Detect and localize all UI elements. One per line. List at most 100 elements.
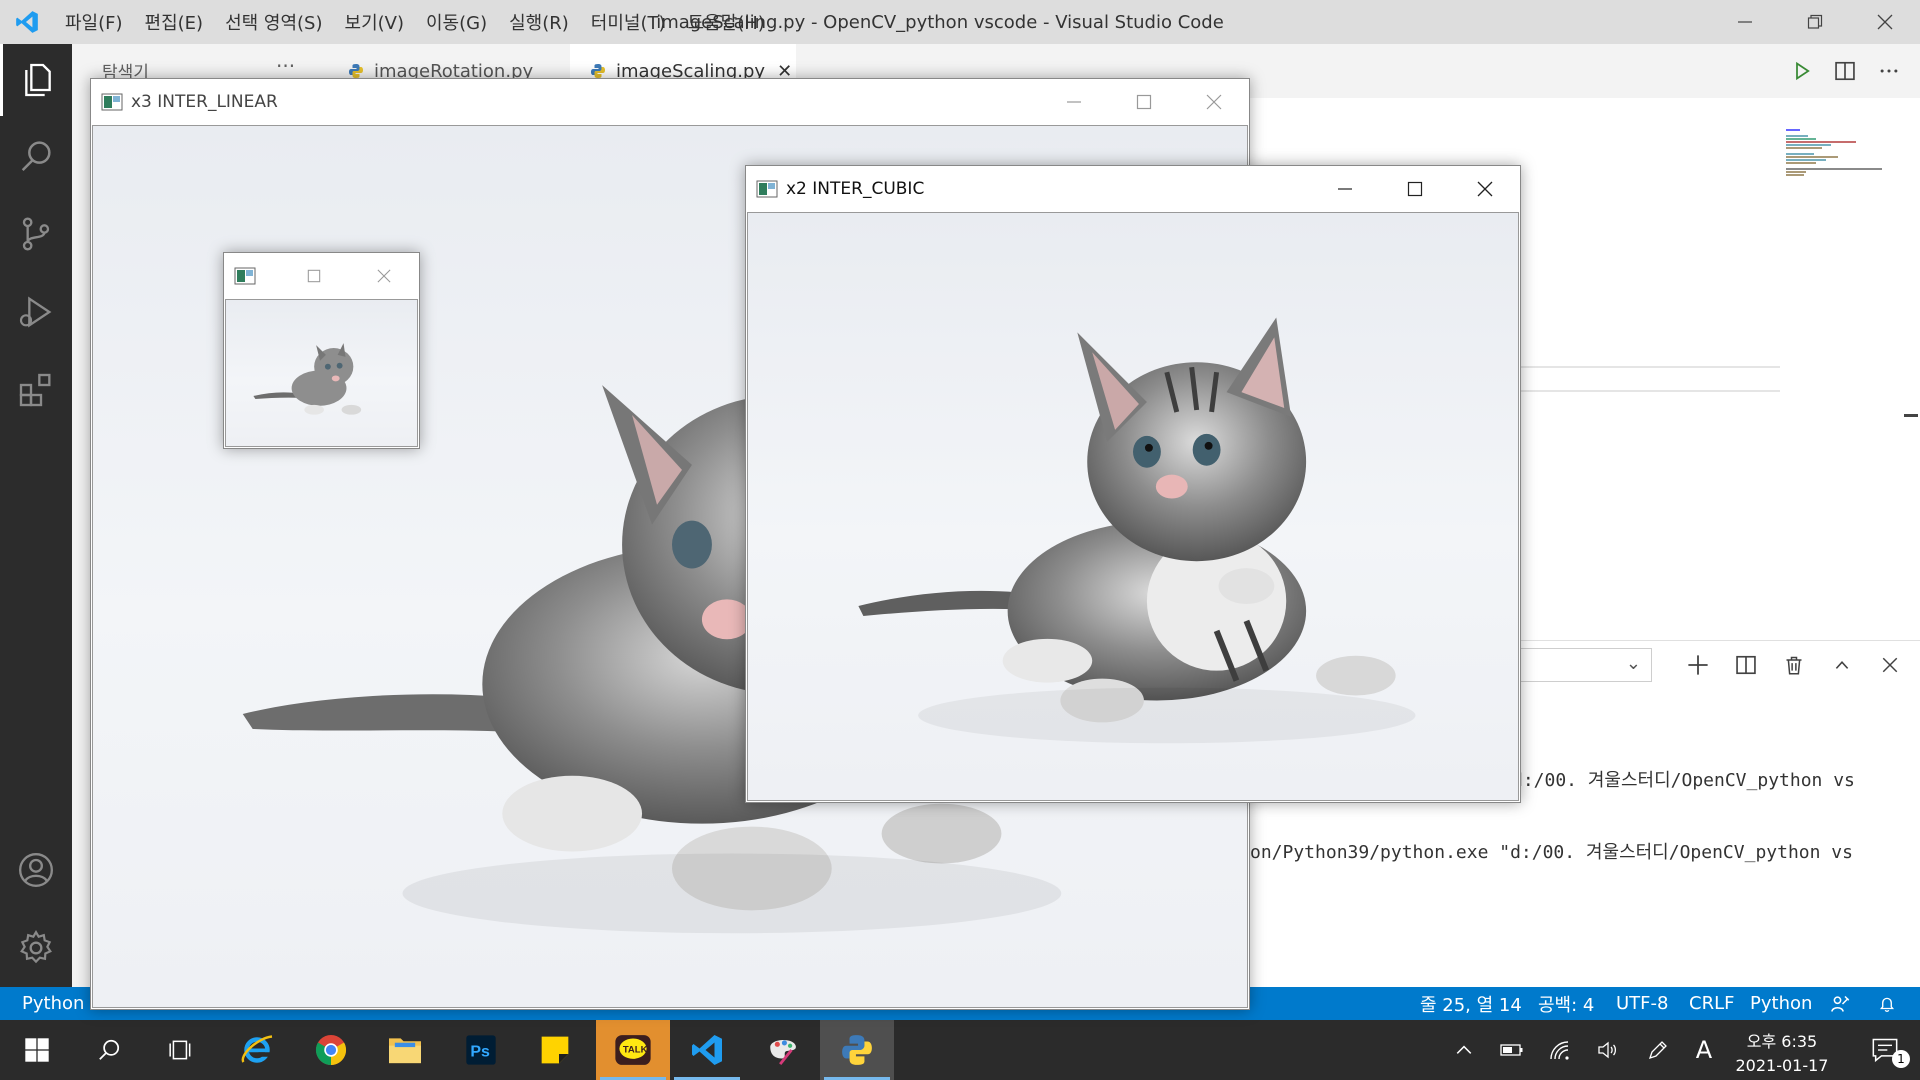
ime-indicator[interactable]: A [1686,1020,1722,1080]
sticky-notes-button[interactable] [518,1020,592,1080]
close-icon [1206,94,1222,110]
explorer-more-button[interactable]: ··· [276,54,295,78]
action-center-button[interactable]: 1 [1850,1020,1920,1080]
photoshop-icon: Ps [466,1035,496,1065]
wifi-icon [1550,1041,1569,1060]
explorer-button[interactable] [0,44,72,116]
cv-close-button[interactable] [1450,166,1520,212]
cv-image-canvas [225,299,418,447]
start-button[interactable] [0,1020,74,1080]
source-control-button[interactable] [0,198,72,270]
folder-icon [389,1038,421,1064]
feedback-icon[interactable] [1830,987,1850,1020]
menu-selection[interactable]: 선택 영역(S) [214,9,333,35]
close-panel-button[interactable] [1866,648,1914,682]
notification-count-badge: 1 [1892,1050,1910,1068]
split-icon [1736,655,1756,675]
new-terminal-button[interactable] [1674,648,1722,682]
minimap[interactable] [1786,128,1886,188]
menu-view[interactable]: 보기(V) [334,9,415,35]
trash-icon [1786,656,1802,675]
terminal-select[interactable]: ⌄ [1500,648,1652,682]
pen-workspace-button[interactable] [1640,1020,1676,1080]
cv-window-controls [279,253,419,299]
opencv-window-icon [101,93,123,111]
python-file-icon [591,64,605,78]
menu-help[interactable]: 도움말(H) [677,9,776,35]
restore-button[interactable] [1780,0,1850,44]
close-window-button[interactable] [1850,0,1920,44]
menu-edit[interactable]: 편집(E) [134,9,215,35]
photoshop-button[interactable]: Ps [444,1020,518,1080]
maximize-panel-button[interactable] [1818,648,1866,682]
cv-window-titlebar[interactable]: x3 INTER_LINEAR [91,79,1249,125]
run-python-file-icon[interactable] [1792,61,1812,81]
status-eol[interactable]: CRLF [1689,987,1734,1020]
cv-maximize-button[interactable] [1109,79,1179,125]
status-cursor-position[interactable]: 줄 25, 열 14 [1420,987,1522,1020]
taskbar-clock[interactable]: 오후 6:35 2021-01-17 [1722,1020,1842,1080]
cv-minimize-button[interactable] [1039,79,1109,125]
maximize-icon [1136,94,1152,110]
cv-window-cubic[interactable]: x2 INTER_CUBIC [745,165,1521,803]
gear-icon [20,930,52,964]
chrome-button[interactable] [294,1020,368,1080]
kill-terminal-button[interactable] [1770,648,1818,682]
minimize-button[interactable] [1710,0,1780,44]
vscode-taskbar-button[interactable] [670,1020,744,1080]
run-debug-icon [19,296,52,328]
extensions-button[interactable] [0,354,72,426]
cv-window-titlebar[interactable]: x2 INTER_CUBIC [746,166,1520,212]
cv-maximize-button[interactable] [1380,166,1450,212]
cv-window-original[interactable] [223,252,420,449]
volume-button[interactable] [1590,1020,1626,1080]
settings-button[interactable] [0,912,72,984]
internet-explorer-button[interactable] [220,1020,294,1080]
cv-close-button[interactable] [349,253,419,299]
menu-file[interactable]: 파일(F) [54,9,134,35]
menu-run[interactable]: 실행(R) [498,9,580,35]
chevron-down-icon: ⌄ [1625,653,1641,674]
window-controls [1710,0,1920,44]
split-terminal-button[interactable] [1722,648,1770,682]
bell-icon[interactable] [1878,987,1896,1020]
task-view-icon [169,1040,191,1060]
opencv-window-icon [756,180,778,198]
scrollbar-marker[interactable] [1904,414,1918,417]
status-encoding[interactable]: UTF-8 [1616,987,1668,1020]
minimize-icon [1067,101,1081,103]
minimize-icon [1738,21,1752,23]
paint-app-button[interactable] [746,1020,820,1080]
kakaotalk-button[interactable]: TALK [596,1020,670,1080]
search-icon [99,1039,120,1060]
kitten-image-original [253,343,362,415]
menu-go[interactable]: 이동(G) [415,9,498,35]
svg-text:Ps: Ps [470,1044,490,1061]
cv-close-button[interactable] [1179,79,1249,125]
cv-window-titlebar[interactable] [224,253,419,299]
cv-minimize-button[interactable] [1310,166,1380,212]
task-view-button[interactable] [144,1020,218,1080]
search-view-button[interactable] [0,120,72,192]
split-editor-icon[interactable] [1834,60,1856,82]
pen-icon [1648,1041,1667,1060]
python-taskbar-button[interactable] [820,1020,894,1080]
run-debug-button[interactable] [0,276,72,348]
menubar: 파일(F) 편집(E) 선택 영역(S) 보기(V) 이동(G) 실행(R) 터… [54,9,776,35]
editor-actions [1792,44,1900,98]
clock-time: 오후 6:35 [1746,1032,1818,1051]
status-language[interactable]: Python [1750,987,1812,1020]
more-actions-icon[interactable] [1878,60,1900,82]
battery-button[interactable] [1494,1020,1530,1080]
panel-actions [1674,648,1914,682]
taskbar-search-button[interactable] [72,1020,146,1080]
minimize-icon [1338,188,1352,190]
accounts-button[interactable] [0,834,72,906]
network-button[interactable] [1542,1020,1578,1080]
menu-terminal[interactable]: 터미널(T) [580,9,677,35]
cv-maximize-button[interactable] [279,253,349,299]
file-explorer-button[interactable] [368,1020,442,1080]
python-file-icon [349,64,363,78]
show-hidden-icons-button[interactable] [1446,1020,1482,1080]
status-indentation[interactable]: 공백: 4 [1538,987,1594,1020]
